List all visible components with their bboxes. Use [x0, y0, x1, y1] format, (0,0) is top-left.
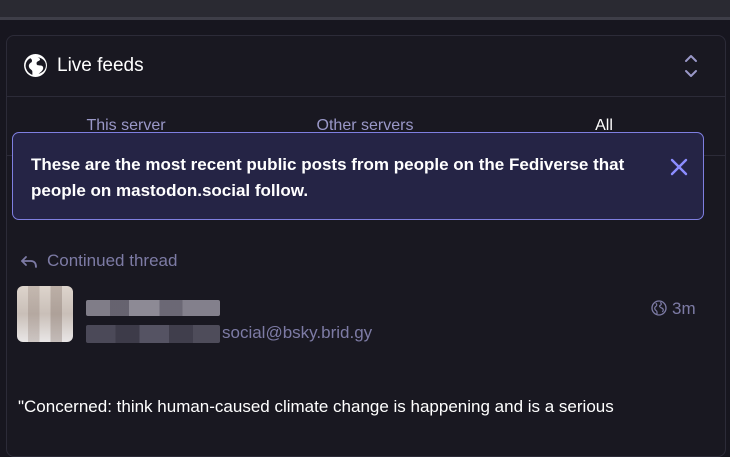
- panel-header: Live feeds: [7, 36, 725, 97]
- close-icon[interactable]: [667, 155, 691, 179]
- info-banner-text: These are the most recent public posts f…: [31, 155, 625, 200]
- info-banner: These are the most recent public posts f…: [12, 132, 704, 220]
- live-feeds-panel: Live feeds This server Other servers All: [6, 35, 726, 457]
- page-title: Live feeds: [57, 55, 144, 76]
- chevron-up-down-icon[interactable]: [681, 52, 701, 80]
- post-content: "Concerned: think human-caused climate c…: [18, 397, 614, 416]
- post-timestamp[interactable]: 3m: [672, 299, 696, 319]
- browser-top-bar: [0, 0, 730, 18]
- top-divider: [0, 17, 730, 20]
- thread-label: Continued thread: [47, 251, 178, 270]
- reply-icon: [21, 256, 37, 268]
- globe-icon: [651, 300, 667, 316]
- avatar[interactable]: [17, 286, 73, 342]
- handle-blurred[interactable]: [86, 325, 220, 343]
- display-name-blurred[interactable]: [86, 300, 220, 316]
- account-handle[interactable]: social@bsky.brid.gy: [222, 323, 372, 343]
- globe-icon: [24, 54, 47, 77]
